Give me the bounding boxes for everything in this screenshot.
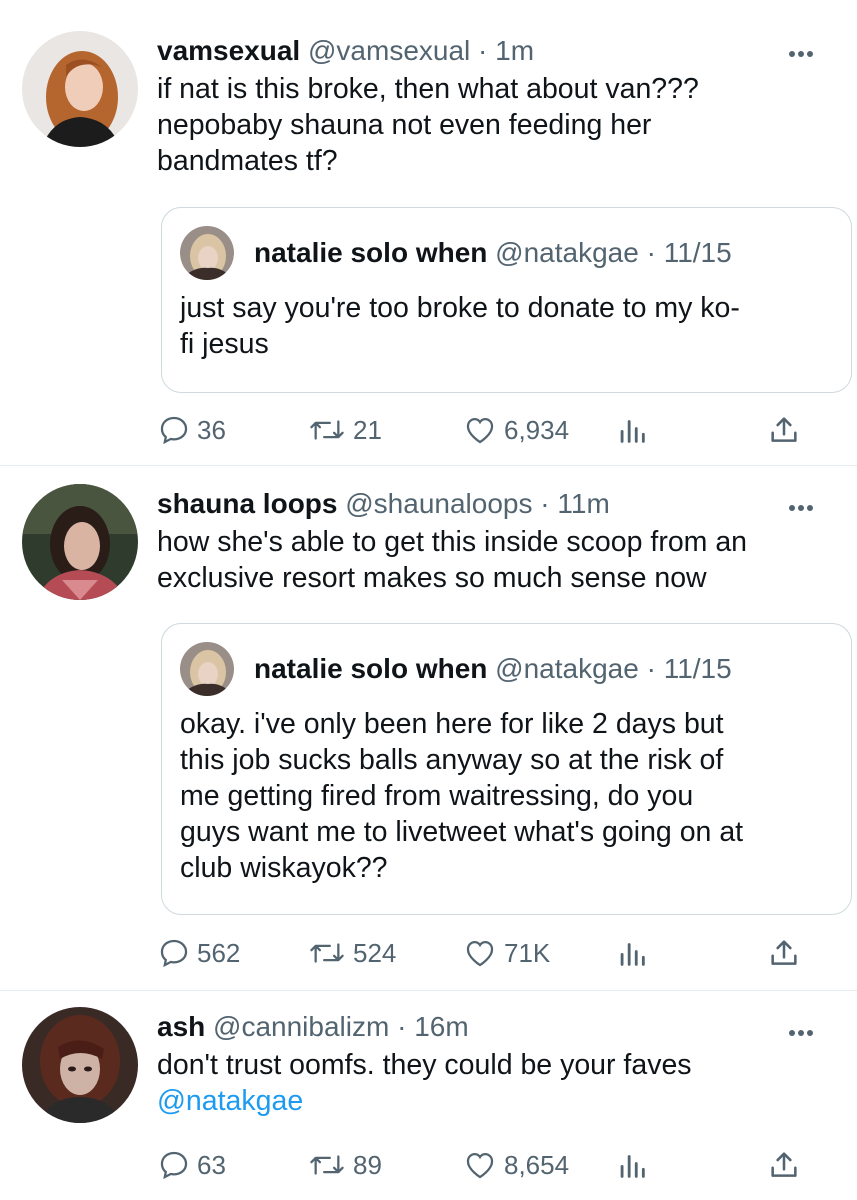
separator-dot: · <box>646 237 656 268</box>
quote-text-line: guys want me to livetweet what's going o… <box>180 816 744 848</box>
user-handle[interactable]: @cannibalizm <box>213 1011 389 1042</box>
retweet-count: 89 <box>353 1149 382 1180</box>
avatar <box>180 226 234 280</box>
quote-text: just say you're too broke to donate to m… <box>180 290 833 362</box>
avatar[interactable] <box>22 1007 138 1123</box>
like-button[interactable]: 6,934 <box>462 410 569 450</box>
quote-text-line: fi jesus <box>180 328 269 360</box>
retweet-icon <box>310 1155 344 1175</box>
share-button[interactable] <box>767 410 801 450</box>
timestamp: 11/15 <box>663 237 732 268</box>
tweet-text-line: bandmates tf? <box>157 145 338 177</box>
tweet-text-line: don't trust oomfs. they could be your fa… <box>157 1049 692 1081</box>
reply-button[interactable]: 63 <box>157 1145 226 1185</box>
user-handle[interactable]: @vamsexual <box>308 35 470 66</box>
reply-count: 63 <box>197 1149 226 1180</box>
timestamp[interactable]: 1m <box>495 35 534 66</box>
display-name[interactable]: ash <box>157 1011 205 1042</box>
action-bar: 63 89 8,654 <box>157 1145 817 1185</box>
user-handle[interactable]: @shaunaloops <box>345 488 532 519</box>
tweet-header: ash @cannibalizm · 16m <box>157 1010 857 1044</box>
retweet-count: 524 <box>353 937 397 968</box>
share-upload-icon <box>771 940 797 965</box>
reply-bubble-icon <box>160 939 188 968</box>
tweet-2[interactable]: shauna loops @shaunaloops · 11m how she'… <box>0 466 857 991</box>
quote-text-line: just say you're too broke to donate to m… <box>180 292 740 324</box>
tweet-text-line: if nat is this broke, then what about va… <box>157 73 699 105</box>
reply-count: 36 <box>197 414 226 445</box>
mention-link[interactable]: @natakgae <box>157 1083 857 1119</box>
tweet-header: vamsexual @vamsexual · 1m <box>157 34 857 68</box>
heart-icon <box>466 417 494 444</box>
display-name: natalie solo when <box>254 653 488 684</box>
more-horizontal-icon[interactable] <box>789 1023 825 1036</box>
analytics-button[interactable] <box>617 933 647 973</box>
share-upload-icon <box>771 417 797 442</box>
retweet-button[interactable]: 21 <box>307 410 382 450</box>
quote-text-line: okay. i've only been here for like 2 day… <box>180 708 724 740</box>
reply-bubble-icon <box>160 1151 188 1180</box>
like-button[interactable]: 71K <box>462 933 550 973</box>
quote-header: natalie solo when @natakgae · 11/15 <box>254 236 732 270</box>
tweet-header: shauna loops @shaunaloops · 11m <box>157 487 857 521</box>
timestamp[interactable]: 16m <box>414 1011 468 1042</box>
like-button[interactable]: 8,654 <box>462 1145 569 1185</box>
reply-button[interactable]: 562 <box>157 933 240 973</box>
share-button[interactable] <box>767 933 801 973</box>
more-horizontal-icon[interactable] <box>789 498 825 511</box>
retweet-button[interactable]: 524 <box>307 933 396 973</box>
tweet-3[interactable]: ash @cannibalizm · 16m don't trust oomfs… <box>0 991 857 1200</box>
user-handle: @natakgae <box>495 237 639 268</box>
retweet-icon <box>310 943 344 963</box>
separator-dot: · <box>646 653 656 684</box>
heart-icon <box>466 940 494 967</box>
analytics-button[interactable] <box>617 410 647 450</box>
quote-header: natalie solo when @natakgae · 11/15 <box>254 652 732 686</box>
separator-dot: · <box>397 1011 407 1042</box>
retweet-button[interactable]: 89 <box>307 1145 382 1185</box>
like-count: 8,654 <box>504 1149 570 1180</box>
retweet-count: 21 <box>353 414 382 445</box>
display-name: natalie solo when <box>254 237 488 268</box>
timestamp[interactable]: 11m <box>557 488 609 519</box>
user-handle: @natakgae <box>495 653 639 684</box>
quote-text-line: this job sucks balls anyway so at the ri… <box>180 744 724 776</box>
quote-text: okay. i've only been here for like 2 day… <box>180 706 833 886</box>
separator-dot: · <box>540 488 550 519</box>
bar-chart-icon <box>620 1155 645 1178</box>
bar-chart-icon <box>620 420 645 443</box>
tweet-text: don't trust oomfs. they could be your fa… <box>157 1047 857 1119</box>
like-count: 6,934 <box>504 414 570 445</box>
tweet-1[interactable]: vamsexual @vamsexual · 1m if nat is this… <box>0 0 857 466</box>
action-bar: 562 524 71K <box>157 933 817 973</box>
quote-text-line: club wiskayok?? <box>180 852 388 884</box>
reply-count: 562 <box>197 937 241 968</box>
action-bar: 36 21 6,934 <box>157 410 817 450</box>
share-button[interactable] <box>767 1145 801 1185</box>
avatar <box>180 642 234 696</box>
tweet-text-line: exclusive resort makes so much sense now <box>157 562 707 594</box>
bar-chart-icon <box>620 943 645 966</box>
reply-bubble-icon <box>160 416 188 445</box>
quote-text-line: me getting fired from waitressing, do yo… <box>180 780 694 812</box>
analytics-button[interactable] <box>617 1145 647 1185</box>
reply-button[interactable]: 36 <box>157 410 226 450</box>
quote-tweet[interactable]: natalie solo when @natakgae · 11/15 just… <box>161 207 852 393</box>
tweet-text-line: how she's able to get this inside scoop … <box>157 526 748 558</box>
share-upload-icon <box>771 1152 797 1177</box>
separator-dot: · <box>478 35 488 66</box>
quote-tweet[interactable]: natalie solo when @natakgae · 11/15 okay… <box>161 623 852 915</box>
like-count: 71K <box>504 937 551 968</box>
tweet-text-line: nepobaby shauna not even feeding her <box>157 109 652 141</box>
display-name[interactable]: vamsexual <box>157 35 300 66</box>
tweet-text: if nat is this broke, then what about va… <box>157 71 857 179</box>
display-name[interactable]: shauna loops <box>157 488 337 519</box>
avatar[interactable] <box>22 31 138 147</box>
heart-icon <box>466 1152 494 1179</box>
more-horizontal-icon[interactable] <box>789 44 825 57</box>
tweet-text: how she's able to get this inside scoop … <box>157 524 857 596</box>
timestamp: 11/15 <box>663 653 732 684</box>
retweet-icon <box>310 420 344 440</box>
avatar[interactable] <box>22 484 138 600</box>
